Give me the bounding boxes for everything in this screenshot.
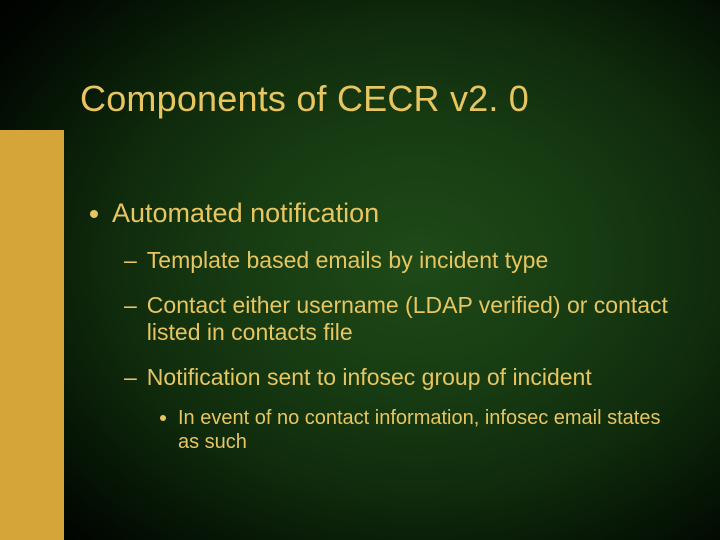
bullet-level1: Automated notification – Template based … (90, 198, 670, 454)
accent-bar (0, 130, 64, 540)
bullet-dot-icon (90, 210, 98, 218)
bullet-level2-group: – Template based emails by incident type… (124, 247, 670, 454)
bullet-dash-icon: – (124, 292, 137, 319)
bullet-text: In event of no contact information, info… (178, 406, 670, 454)
list-item: In event of no contact information, info… (160, 406, 670, 454)
list-item: Automated notification (90, 198, 670, 229)
bullet-dash-icon: – (124, 247, 137, 274)
slide: Components of CECR v2. 0 Automated notif… (0, 0, 720, 540)
list-item: – Contact either username (LDAP verified… (124, 292, 670, 346)
bullet-text: Contact either username (LDAP verified) … (147, 292, 670, 346)
bullet-text: Notification sent to infosec group of in… (147, 364, 592, 391)
list-item: – Template based emails by incident type (124, 247, 670, 274)
bullet-level3-group: In event of no contact information, info… (160, 406, 670, 454)
list-item: – Notification sent to infosec group of … (124, 364, 670, 391)
slide-content: Automated notification – Template based … (90, 198, 670, 474)
bullet-dash-icon: – (124, 364, 137, 391)
slide-title: Components of CECR v2. 0 (80, 78, 529, 120)
bullet-text: Template based emails by incident type (147, 247, 548, 274)
bullet-text: Automated notification (112, 198, 379, 229)
bullet-dot-icon (160, 415, 166, 421)
